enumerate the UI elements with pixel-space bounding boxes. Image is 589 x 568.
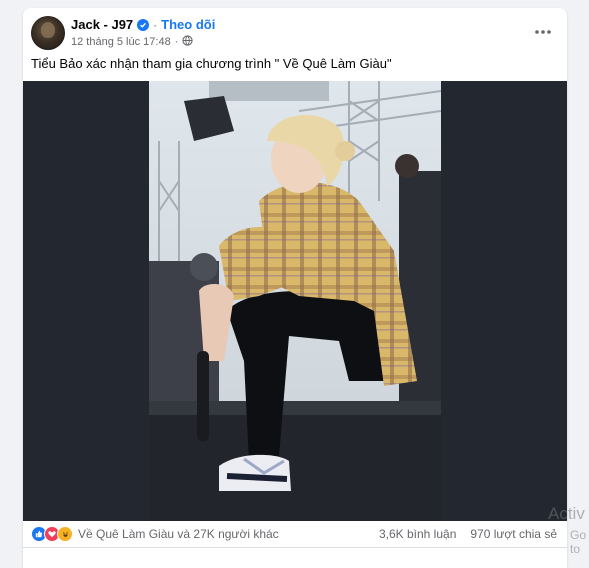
separator-dot: · bbox=[174, 36, 179, 48]
author-avatar[interactable] bbox=[31, 16, 65, 50]
activate-windows-watermark: Activ bbox=[548, 504, 585, 523]
post-header: Jack - J97 · Theo dõi 12 tháng 5 lúc 17:… bbox=[23, 8, 567, 62]
comments-count[interactable]: 3,6K bình luận bbox=[379, 527, 456, 541]
post-timestamp[interactable]: 12 tháng 5 lúc 17:48 bbox=[71, 36, 171, 48]
reactions-summary[interactable]: Về Quê Làm Giàu và 27K người khác bbox=[23, 526, 279, 542]
engagement-counts: 3,6K bình luận 970 lượt chia sẻ bbox=[379, 527, 557, 541]
author-row: Jack - J97 · Theo dõi bbox=[71, 17, 215, 32]
follow-button[interactable]: Theo dõi bbox=[161, 17, 215, 32]
post-stats-bar: Về Quê Làm Giàu và 27K người khác 3,6K b… bbox=[23, 521, 567, 548]
reactions-text[interactable]: Về Quê Làm Giàu và 27K người khác bbox=[78, 527, 279, 541]
post-card: Jack - J97 · Theo dõi 12 tháng 5 lúc 17:… bbox=[23, 8, 567, 568]
reaction-icons bbox=[31, 526, 73, 542]
activate-windows-subtext: Go to bbox=[570, 528, 587, 556]
post-photo-container[interactable] bbox=[23, 81, 567, 521]
globe-icon[interactable] bbox=[182, 35, 194, 49]
ellipsis-icon bbox=[535, 30, 551, 34]
more-options-button[interactable] bbox=[529, 18, 557, 46]
author-name[interactable]: Jack - J97 bbox=[71, 17, 133, 32]
separator-dot: · bbox=[153, 17, 158, 32]
verified-badge-icon bbox=[137, 18, 150, 31]
post-meta: 12 tháng 5 lúc 17:48 · bbox=[71, 35, 194, 49]
post-photo[interactable] bbox=[149, 81, 441, 521]
shares-count[interactable]: 970 lượt chia sẻ bbox=[470, 527, 557, 541]
haha-reaction-icon bbox=[57, 526, 73, 542]
